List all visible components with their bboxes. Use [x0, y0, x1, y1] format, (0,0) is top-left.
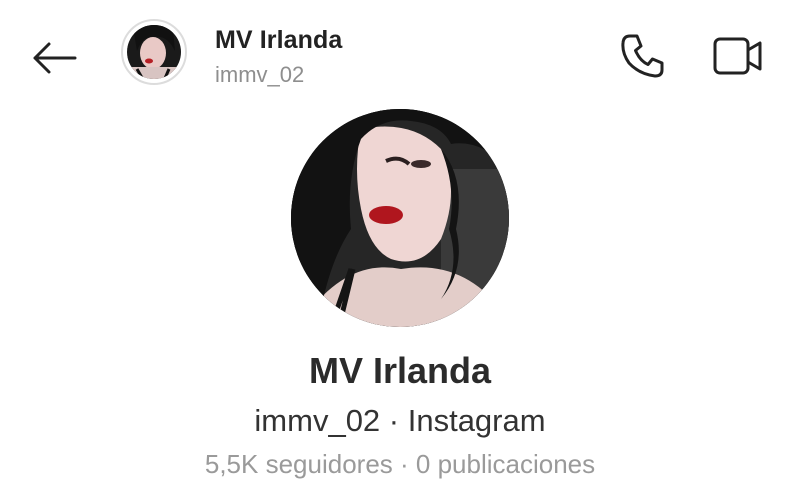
profile-photo-image: [291, 109, 509, 327]
profile-photo[interactable]: [291, 109, 509, 327]
profile-name: MV Irlanda: [308, 350, 492, 391]
header-name[interactable]: MV Irlanda: [215, 26, 342, 55]
arrow-left-icon: [33, 42, 77, 74]
video-camera-icon: [713, 37, 762, 75]
phone-icon: [621, 34, 664, 78]
header-avatar[interactable]: [121, 19, 187, 85]
header-username: immv_02: [215, 62, 305, 87]
call-button[interactable]: [614, 30, 670, 82]
profile-stats: 5,5K seguidores · 0 publicaciones: [204, 449, 596, 479]
avatar-photo: [127, 25, 181, 79]
profile-subtitle: immv_02 · Instagram: [254, 403, 546, 438]
back-button[interactable]: [24, 32, 84, 84]
video-call-button[interactable]: [708, 30, 768, 82]
